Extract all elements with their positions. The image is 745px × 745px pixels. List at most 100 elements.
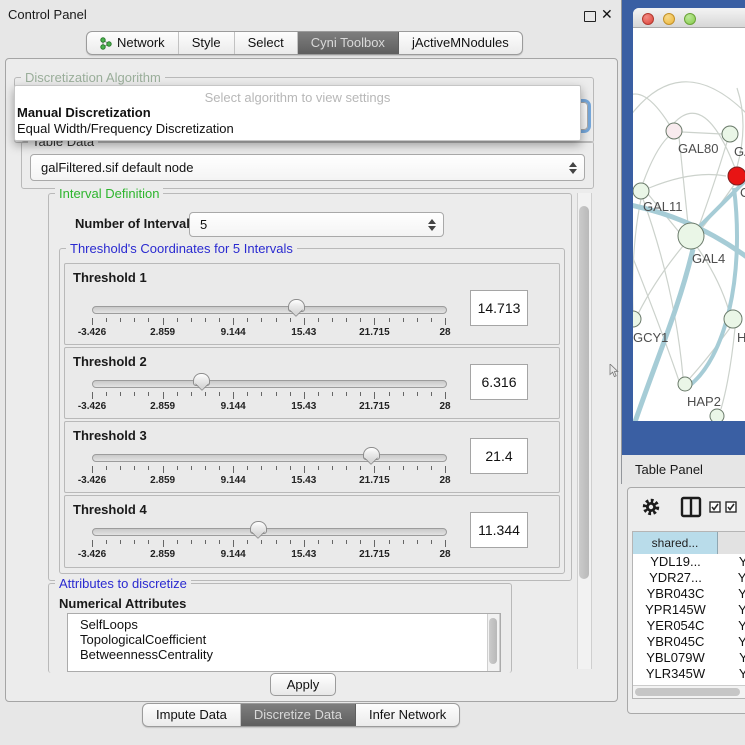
threshold-value-field[interactable]: 14.713 xyxy=(470,290,528,326)
table-cell[interactable]: YLR3... xyxy=(718,666,745,682)
scrollbar-thumb[interactable] xyxy=(489,618,497,664)
network-node[interactable] xyxy=(678,377,692,391)
table-row[interactable]: YBL079WYBL0... xyxy=(633,650,745,666)
network-edge[interactable] xyxy=(721,328,735,409)
threshold-slider[interactable]: -3.4262.8599.14415.4321.71528 xyxy=(92,302,445,336)
tab-network[interactable]: Network xyxy=(87,32,179,54)
network-canvas[interactable]: GAL80GACGAL11GAL4GCY1HHAP2 xyxy=(633,28,745,421)
network-edge[interactable] xyxy=(690,328,730,378)
table-row[interactable]: YER054CYER0... xyxy=(633,618,745,634)
slider-thumb[interactable] xyxy=(363,447,380,460)
table-cell[interactable]: YBL0... xyxy=(718,650,745,666)
dropdown-option-manual[interactable]: Manual Discretization xyxy=(17,105,151,120)
table-cell[interactable]: YBR043C xyxy=(633,586,718,602)
table-row[interactable]: YLR345WYLR3... xyxy=(633,666,745,682)
checkbox-icon[interactable] xyxy=(725,501,737,513)
content-scrollbar[interactable] xyxy=(577,193,592,669)
table-cell[interactable]: YBR045C xyxy=(633,634,718,650)
slider-thumb[interactable] xyxy=(288,299,305,312)
close-icon[interactable]: ✕ xyxy=(601,6,613,23)
tab-impute-data[interactable]: Impute Data xyxy=(143,704,241,726)
network-edge[interactable] xyxy=(682,132,722,134)
slider-track[interactable] xyxy=(92,380,447,388)
checkbox-icon[interactable] xyxy=(709,501,721,513)
attributes-scrollbar[interactable] xyxy=(487,614,500,671)
threshold-value-field[interactable]: 11.344 xyxy=(470,512,528,548)
scrollbar-thumb[interactable] xyxy=(635,688,740,696)
slider-thumb[interactable] xyxy=(250,521,267,534)
table-cell[interactable]: YPR145W xyxy=(633,602,718,618)
minimize-traffic-light-icon[interactable] xyxy=(663,13,675,25)
tab-select[interactable]: Select xyxy=(235,32,298,54)
table-cell[interactable]: YIL053C xyxy=(633,682,718,684)
network-edge[interactable] xyxy=(643,137,668,183)
table-horizontal-scrollbar[interactable] xyxy=(633,685,745,698)
node-attribute-table[interactable]: shared... na YDL19...YDL1...YDR27...YDR2… xyxy=(632,531,745,699)
network-node[interactable] xyxy=(633,183,649,199)
network-edge[interactable] xyxy=(633,199,641,311)
table-row[interactable]: YDL19...YDL1... xyxy=(633,554,745,570)
table-cell[interactable]: YDR2... xyxy=(718,570,745,586)
table-cell[interactable]: YBR0... xyxy=(718,634,745,650)
table-cell[interactable]: YLR345W xyxy=(633,666,718,682)
network-edge[interactable] xyxy=(689,188,737,386)
attribute-items: SelfLoopsTopologicalCoefficientBetweenne… xyxy=(68,614,500,662)
threshold-value-field[interactable]: 21.4 xyxy=(470,438,528,474)
network-node[interactable] xyxy=(666,123,682,139)
split-view-icon[interactable] xyxy=(680,496,702,518)
table-row[interactable]: YBR043CYBR0... xyxy=(633,586,745,602)
network-node[interactable] xyxy=(724,310,742,328)
slider-ticks xyxy=(92,466,445,474)
network-edge[interactable] xyxy=(633,82,745,123)
table-row[interactable]: YPR145WYPR1... xyxy=(633,602,745,618)
network-node[interactable] xyxy=(710,409,724,421)
tab-jactivemnodules[interactable]: jActiveMNodules xyxy=(399,32,522,54)
table-cell[interactable]: YBL079W xyxy=(633,650,718,666)
slider-thumb[interactable] xyxy=(193,373,210,386)
tab-cyni-toolbox[interactable]: Cyni Toolbox xyxy=(298,32,399,54)
table-cell[interactable]: YDL19... xyxy=(633,554,718,570)
table-cell[interactable]: YIL0... xyxy=(718,682,745,684)
tab-infer-network[interactable]: Infer Network xyxy=(356,704,459,726)
tab-discretize-data[interactable]: Discretize Data xyxy=(241,704,356,726)
table-cell[interactable]: YER0... xyxy=(718,618,745,634)
threshold-slider[interactable]: -3.4262.8599.14415.4321.71528 xyxy=(92,376,445,410)
attribute-item[interactable]: BetweennessCentrality xyxy=(68,647,500,662)
network-node[interactable] xyxy=(678,223,704,249)
close-traffic-light-icon[interactable] xyxy=(642,13,654,25)
attribute-item[interactable]: TopologicalCoefficient xyxy=(68,632,500,647)
table-data-combobox[interactable]: galFiltered.sif default node xyxy=(30,154,585,181)
table-cell[interactable]: YPR1... xyxy=(718,602,745,618)
table-cell[interactable]: YDR27... xyxy=(633,570,718,586)
zoom-traffic-light-icon[interactable] xyxy=(684,13,696,25)
num-intervals-combobox[interactable]: 5 xyxy=(189,212,444,237)
table-row[interactable]: YDR27...YDR2... xyxy=(633,570,745,586)
network-node-label: C xyxy=(740,185,745,200)
threshold-value-field[interactable]: 6.316 xyxy=(470,364,528,400)
table-row[interactable]: YIL053CYIL0... xyxy=(633,682,745,684)
gear-icon[interactable] xyxy=(641,497,661,517)
network-edge[interactable] xyxy=(633,94,669,124)
slider-track[interactable] xyxy=(92,306,447,314)
network-node[interactable] xyxy=(633,311,641,327)
column-header-name[interactable]: na xyxy=(718,532,745,554)
slider-track[interactable] xyxy=(92,454,447,462)
network-node[interactable] xyxy=(728,167,745,185)
apply-button[interactable]: Apply xyxy=(270,673,336,696)
tab-style[interactable]: Style xyxy=(179,32,235,54)
table-cell[interactable]: YBR0... xyxy=(718,586,745,602)
table-cell[interactable]: YDL1... xyxy=(718,554,745,570)
network-window[interactable]: GAL80GACGAL11GAL4GCY1HHAP2 xyxy=(633,8,745,421)
slider-track[interactable] xyxy=(92,528,447,536)
column-header-shared-name[interactable]: shared... xyxy=(633,532,718,554)
threshold-slider[interactable]: -3.4262.8599.14415.4321.71528 xyxy=(92,450,445,484)
table-row[interactable]: YBR045CYBR0... xyxy=(633,634,745,650)
network-node[interactable] xyxy=(722,126,738,142)
float-icon[interactable] xyxy=(584,11,596,22)
attribute-item[interactable]: SelfLoops xyxy=(68,617,500,632)
attributes-listbox[interactable]: SelfLoopsTopologicalCoefficientBetweenne… xyxy=(67,613,501,672)
dropdown-option-equal-width[interactable]: Equal Width/Frequency Discretization xyxy=(17,121,234,136)
scrollbar-thumb[interactable] xyxy=(579,206,589,579)
threshold-slider[interactable]: -3.4262.8599.14415.4321.71528 xyxy=(92,524,445,558)
table-cell[interactable]: YER054C xyxy=(633,618,718,634)
